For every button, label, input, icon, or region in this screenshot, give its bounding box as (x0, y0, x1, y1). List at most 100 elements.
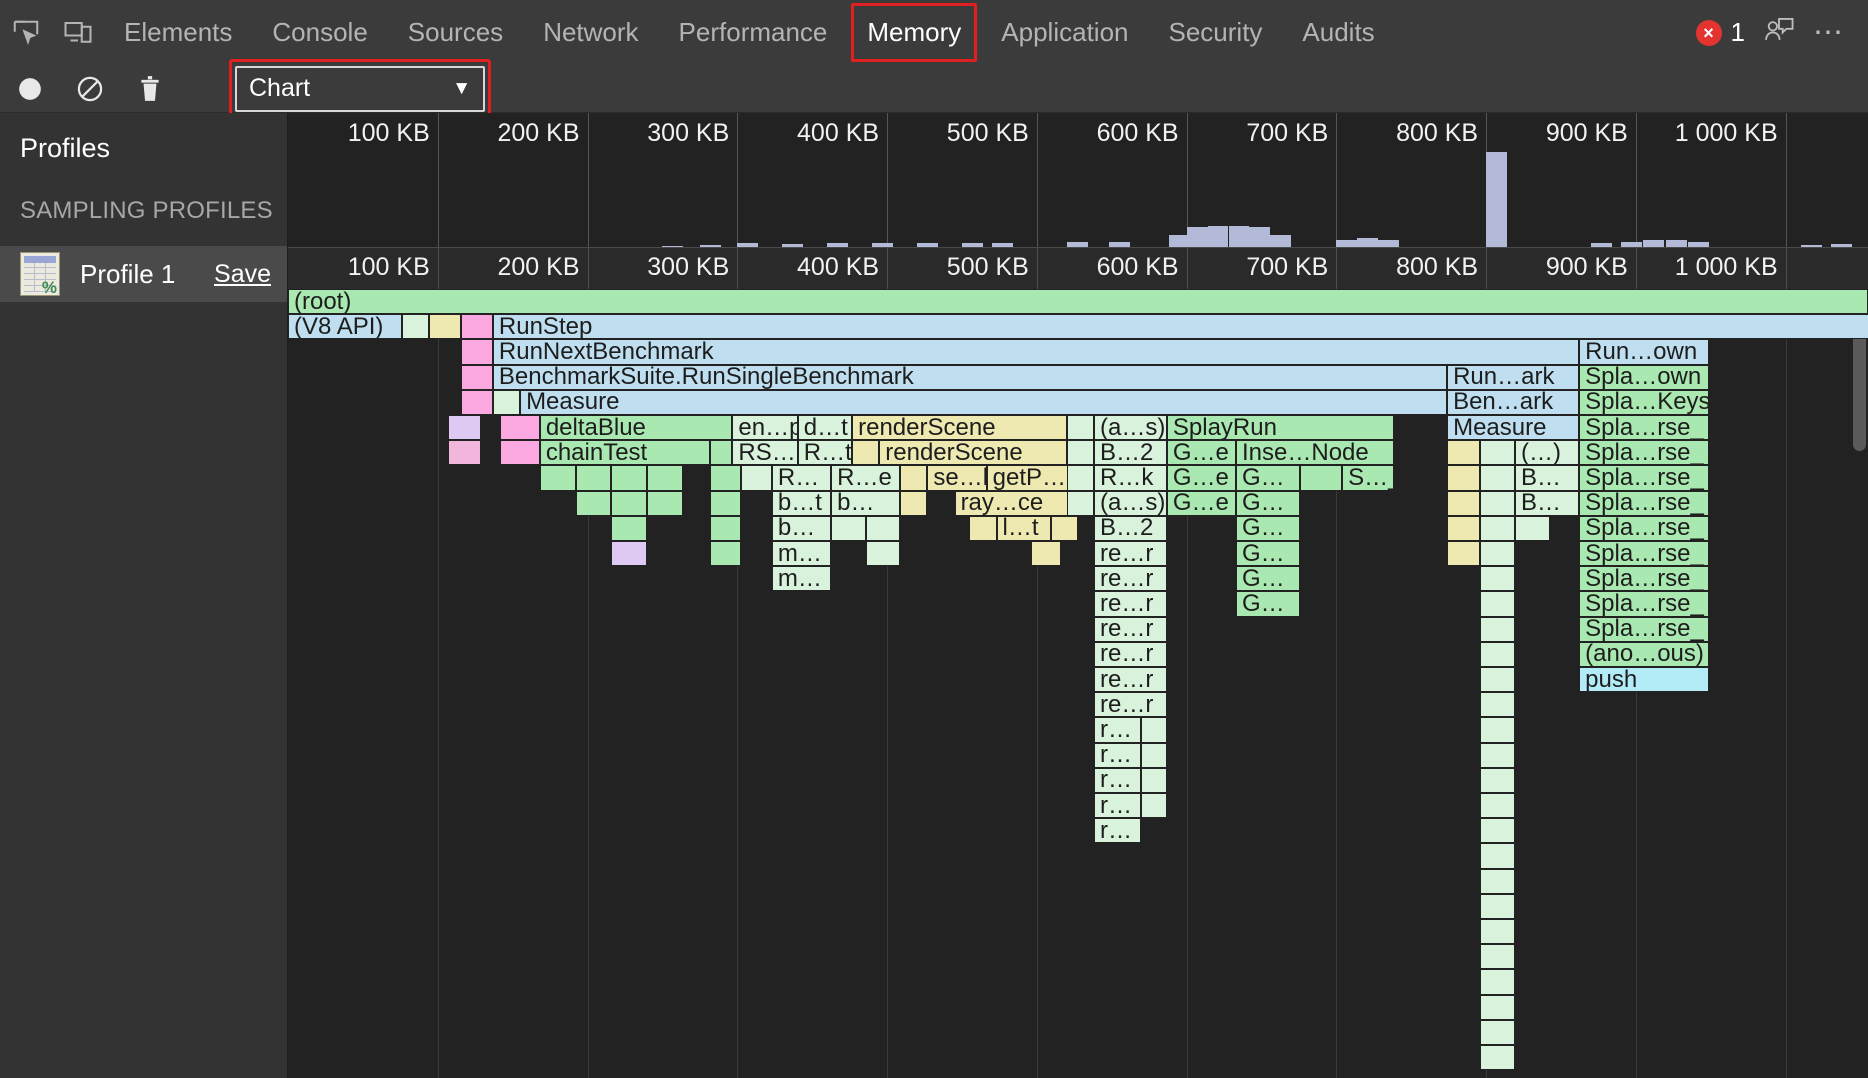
flame-bar[interactable]: en…pt (732, 415, 797, 440)
feedback-person-icon[interactable] (1763, 15, 1795, 50)
flame-bar[interactable]: Spla…rse_ (1579, 541, 1709, 566)
tab-memory[interactable]: Memory (847, 0, 981, 65)
sidebar-item-profile-1[interactable]: % Profile 1 Save (0, 246, 287, 302)
flame-bar-unlabeled[interactable] (1067, 415, 1094, 440)
flame-bar[interactable]: m… (772, 541, 831, 566)
flame-bar[interactable]: ray…ce (955, 491, 1078, 516)
flame-bar-unlabeled[interactable] (710, 440, 732, 465)
flame-bar-unlabeled[interactable] (448, 415, 480, 440)
flame-bar-unlabeled[interactable] (710, 491, 741, 516)
flame-bar[interactable]: (ano…ous) (1579, 642, 1709, 667)
flame-bar[interactable]: renderScene (879, 440, 1067, 465)
flame-bar[interactable]: Spla…Keys (1579, 390, 1709, 415)
save-profile-link[interactable]: Save (214, 260, 271, 289)
flame-bar-unlabeled[interactable] (500, 415, 540, 440)
flame-bar-unlabeled[interactable] (866, 541, 901, 566)
flame-bar[interactable]: Ben…ark (1447, 390, 1579, 415)
flame-bar-unlabeled[interactable] (611, 516, 647, 541)
flame-bar-unlabeled[interactable] (1447, 491, 1480, 516)
flame-bar-unlabeled[interactable] (448, 440, 480, 465)
flame-bar-unlabeled[interactable] (1480, 969, 1515, 994)
flame-bar-unlabeled[interactable] (1480, 566, 1515, 591)
tab-elements[interactable]: Elements (104, 0, 252, 65)
flame-bar[interactable]: G… (1236, 591, 1300, 616)
flame-bar-unlabeled[interactable] (540, 465, 576, 490)
flame-bar[interactable]: Spla…own (1579, 365, 1709, 390)
flame-bar-unlabeled[interactable] (710, 465, 741, 490)
flame-bar[interactable]: push (1579, 667, 1709, 692)
flame-bar[interactable]: G…e (1167, 465, 1236, 490)
flame-bar-unlabeled[interactable] (900, 491, 927, 516)
flame-bar[interactable]: chainTest (540, 440, 710, 465)
flame-bar[interactable]: R…e (831, 465, 900, 490)
flame-bar-unlabeled[interactable] (647, 465, 683, 490)
flame-bar[interactable]: G… (1236, 465, 1300, 490)
flame-bar-unlabeled[interactable] (1480, 465, 1515, 490)
flame-bar-unlabeled[interactable] (1480, 869, 1515, 894)
flame-bar-unlabeled[interactable] (1067, 465, 1094, 490)
flame-bar-unlabeled[interactable] (1480, 843, 1515, 868)
flame-bar-unlabeled[interactable] (1447, 541, 1480, 566)
flame-bar-unlabeled[interactable] (1480, 491, 1515, 516)
device-toolbar-icon[interactable] (52, 0, 104, 65)
flame-bar[interactable]: B… (1515, 465, 1579, 490)
flame-bar[interactable]: Inse…Node (1236, 440, 1394, 465)
flame-bar-unlabeled[interactable] (1447, 440, 1480, 465)
tab-sources[interactable]: Sources (388, 0, 523, 65)
flame-bar-unlabeled[interactable] (831, 516, 866, 541)
flame-bar[interactable]: SplayRun (1167, 415, 1394, 440)
flame-bar-unlabeled[interactable] (1480, 768, 1515, 793)
no-entry-icon[interactable] (60, 65, 120, 112)
tab-application[interactable]: Application (981, 0, 1148, 65)
flame-bar[interactable]: Spla…rse_ (1579, 440, 1709, 465)
flame-bar[interactable]: (V8 API) (288, 314, 402, 339)
flame-bar-unlabeled[interactable] (461, 339, 493, 364)
flame-bar-unlabeled[interactable] (611, 465, 647, 490)
flame-bar[interactable]: d…t (798, 415, 852, 440)
flame-bar-unlabeled[interactable] (1480, 1020, 1515, 1045)
flame-bar[interactable]: Measure (1447, 415, 1579, 440)
flame-bar-unlabeled[interactable] (852, 440, 879, 465)
flame-bar[interactable]: R…k (1094, 465, 1167, 490)
flame-bar[interactable]: Spla…rse_ (1579, 465, 1709, 490)
flame-bar[interactable]: re…r (1094, 541, 1167, 566)
flame-bar-unlabeled[interactable] (741, 465, 772, 490)
flame-bar-unlabeled[interactable] (1480, 717, 1515, 742)
flame-bar-unlabeled[interactable] (402, 314, 429, 339)
view-select[interactable]: Chart ▼ (235, 66, 485, 112)
flame-bar[interactable]: G… (1236, 516, 1300, 541)
tab-security[interactable]: Security (1149, 0, 1283, 65)
flame-bar[interactable]: r… (1094, 717, 1141, 742)
flame-bar-unlabeled[interactable] (1480, 919, 1515, 944)
flame-bar-unlabeled[interactable] (1480, 642, 1515, 667)
flame-bar[interactable]: re…r (1094, 566, 1167, 591)
flame-bar-unlabeled[interactable] (1051, 516, 1078, 541)
flame-bar[interactable]: RunNextBenchmark (493, 339, 1579, 364)
flame-bar-unlabeled[interactable] (611, 541, 647, 566)
tab-network[interactable]: Network (523, 0, 658, 65)
flame-bar[interactable]: Spla…rse_ (1579, 591, 1709, 616)
flame-bar-unlabeled[interactable] (1031, 541, 1061, 566)
flame-bar-unlabeled[interactable] (1067, 491, 1094, 516)
flame-bar-unlabeled[interactable] (576, 491, 612, 516)
flame-bar-unlabeled[interactable] (429, 314, 461, 339)
memory-overview-chart[interactable]: 100 KB200 KB300 KB400 KB500 KB600 KB700 … (288, 113, 1868, 247)
flame-bar-unlabeled[interactable] (1480, 944, 1515, 969)
flame-bar[interactable]: b…t (772, 491, 831, 516)
flame-bar[interactable]: G…e (1167, 440, 1236, 465)
flame-bar[interactable]: Measure (520, 390, 1447, 415)
flame-bar-unlabeled[interactable] (1480, 1045, 1515, 1070)
flame-bar[interactable]: (root) (288, 289, 1868, 314)
flame-bar[interactable]: b… (831, 491, 900, 516)
flame-bar-unlabeled[interactable] (461, 365, 493, 390)
flame-bar-unlabeled[interactable] (1480, 516, 1515, 541)
flame-bar[interactable]: Spla…rse_ (1579, 491, 1709, 516)
flame-bar[interactable]: r… (1094, 768, 1141, 793)
flame-bar[interactable]: RS…pt (732, 440, 797, 465)
flame-bar[interactable]: S…_ (1342, 465, 1394, 490)
inspect-element-icon[interactable] (0, 0, 52, 65)
tab-console[interactable]: Console (252, 0, 387, 65)
flame-bar[interactable]: G… (1236, 566, 1300, 591)
flame-bar[interactable]: r… (1094, 793, 1141, 818)
flame-bar-unlabeled[interactable] (1480, 995, 1515, 1020)
